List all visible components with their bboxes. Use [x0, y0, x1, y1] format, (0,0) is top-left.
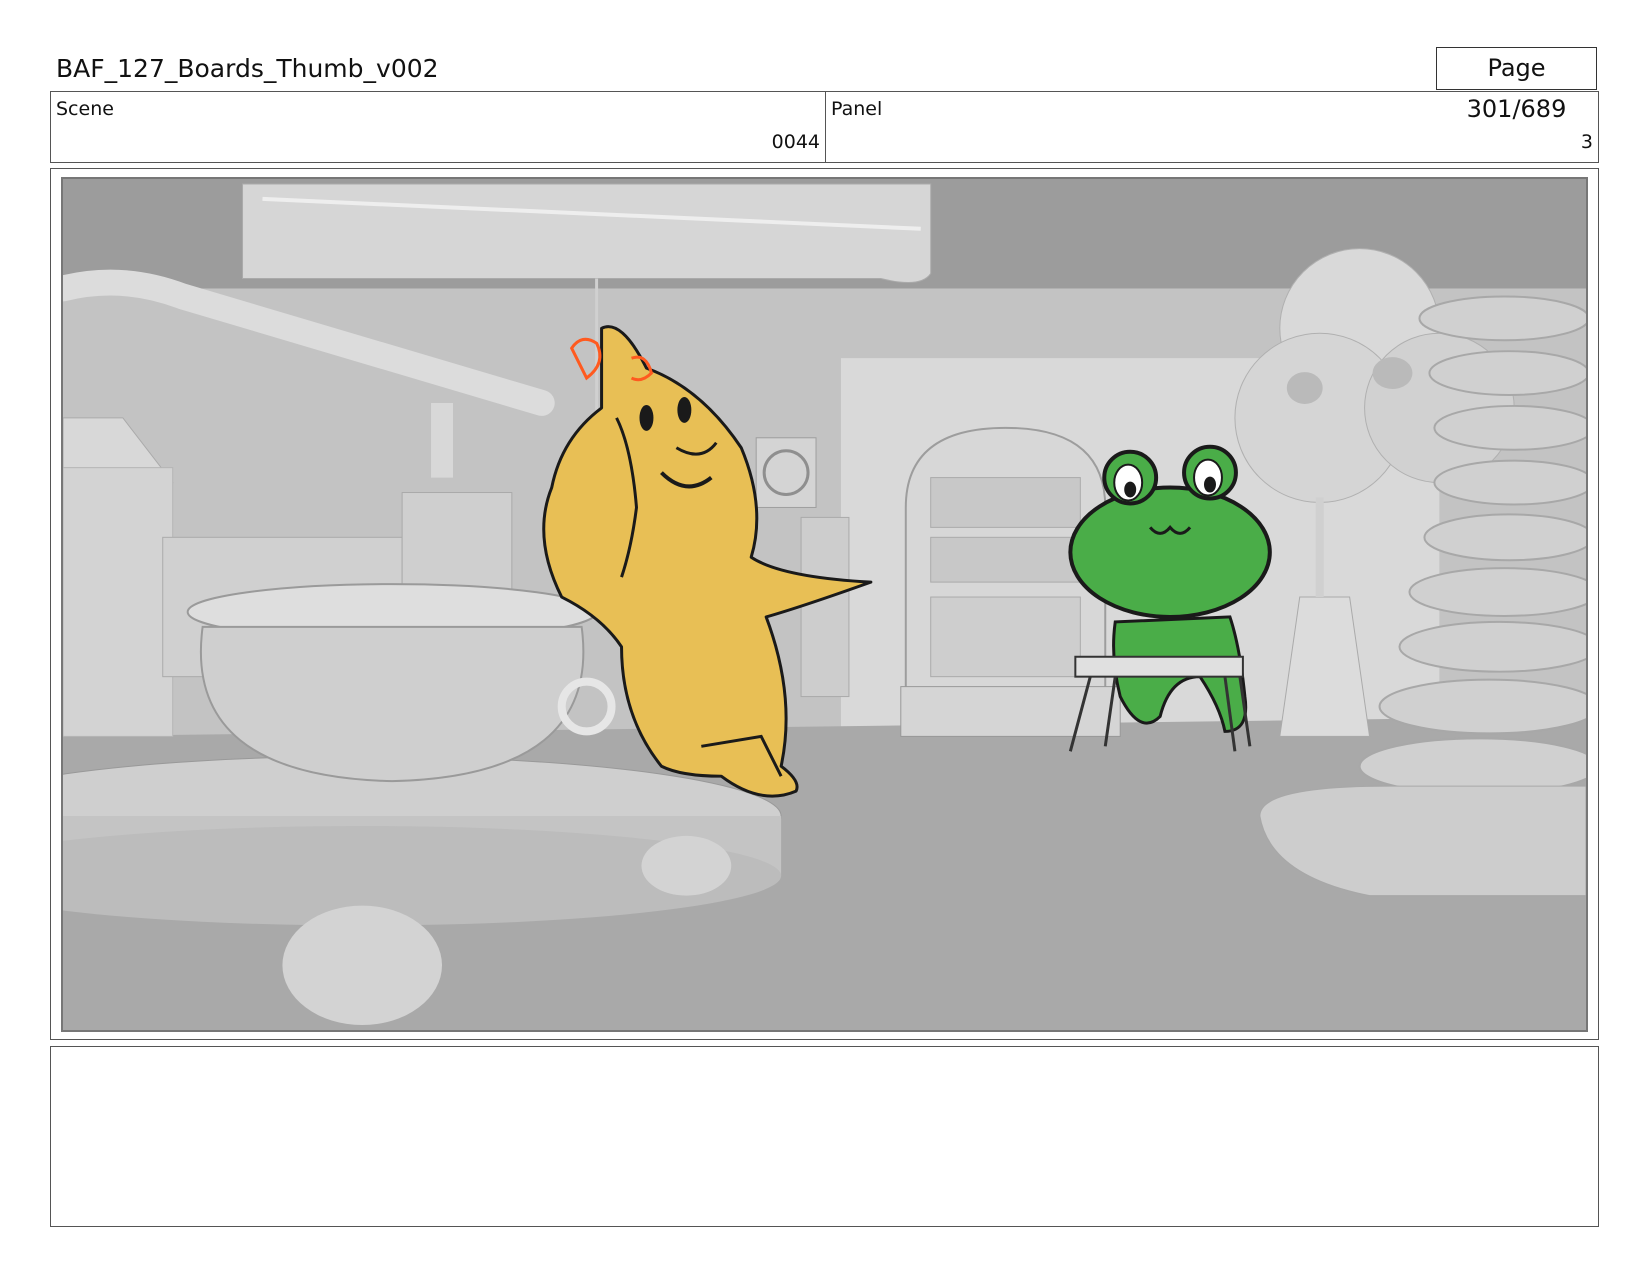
storyboard-panel-image: [61, 177, 1588, 1032]
scene-panel-info-row: Scene 0044 Panel 3: [50, 91, 1599, 163]
scene-cell: Scene 0044: [51, 92, 826, 162]
fridge: [800, 516, 850, 698]
panel-cell: Panel 3: [826, 92, 1598, 162]
document-title: BAF_127_Boards_Thumb_v002: [56, 54, 439, 83]
stool: [1074, 655, 1244, 678]
drawer-unit: [900, 686, 1121, 737]
panel-number: 3: [1580, 131, 1593, 153]
tiled-wall: [63, 467, 174, 737]
table-leg: [282, 905, 443, 1026]
storyboard-scene-illustration: [63, 179, 1586, 1030]
balcony: [242, 183, 932, 283]
panel-notes-box: [50, 1046, 1599, 1227]
scene-label: Scene: [56, 98, 114, 120]
panel-label: Panel: [831, 98, 883, 120]
page-number-label: Page 301/689: [1436, 47, 1597, 123]
scene-number: 0044: [771, 131, 820, 153]
